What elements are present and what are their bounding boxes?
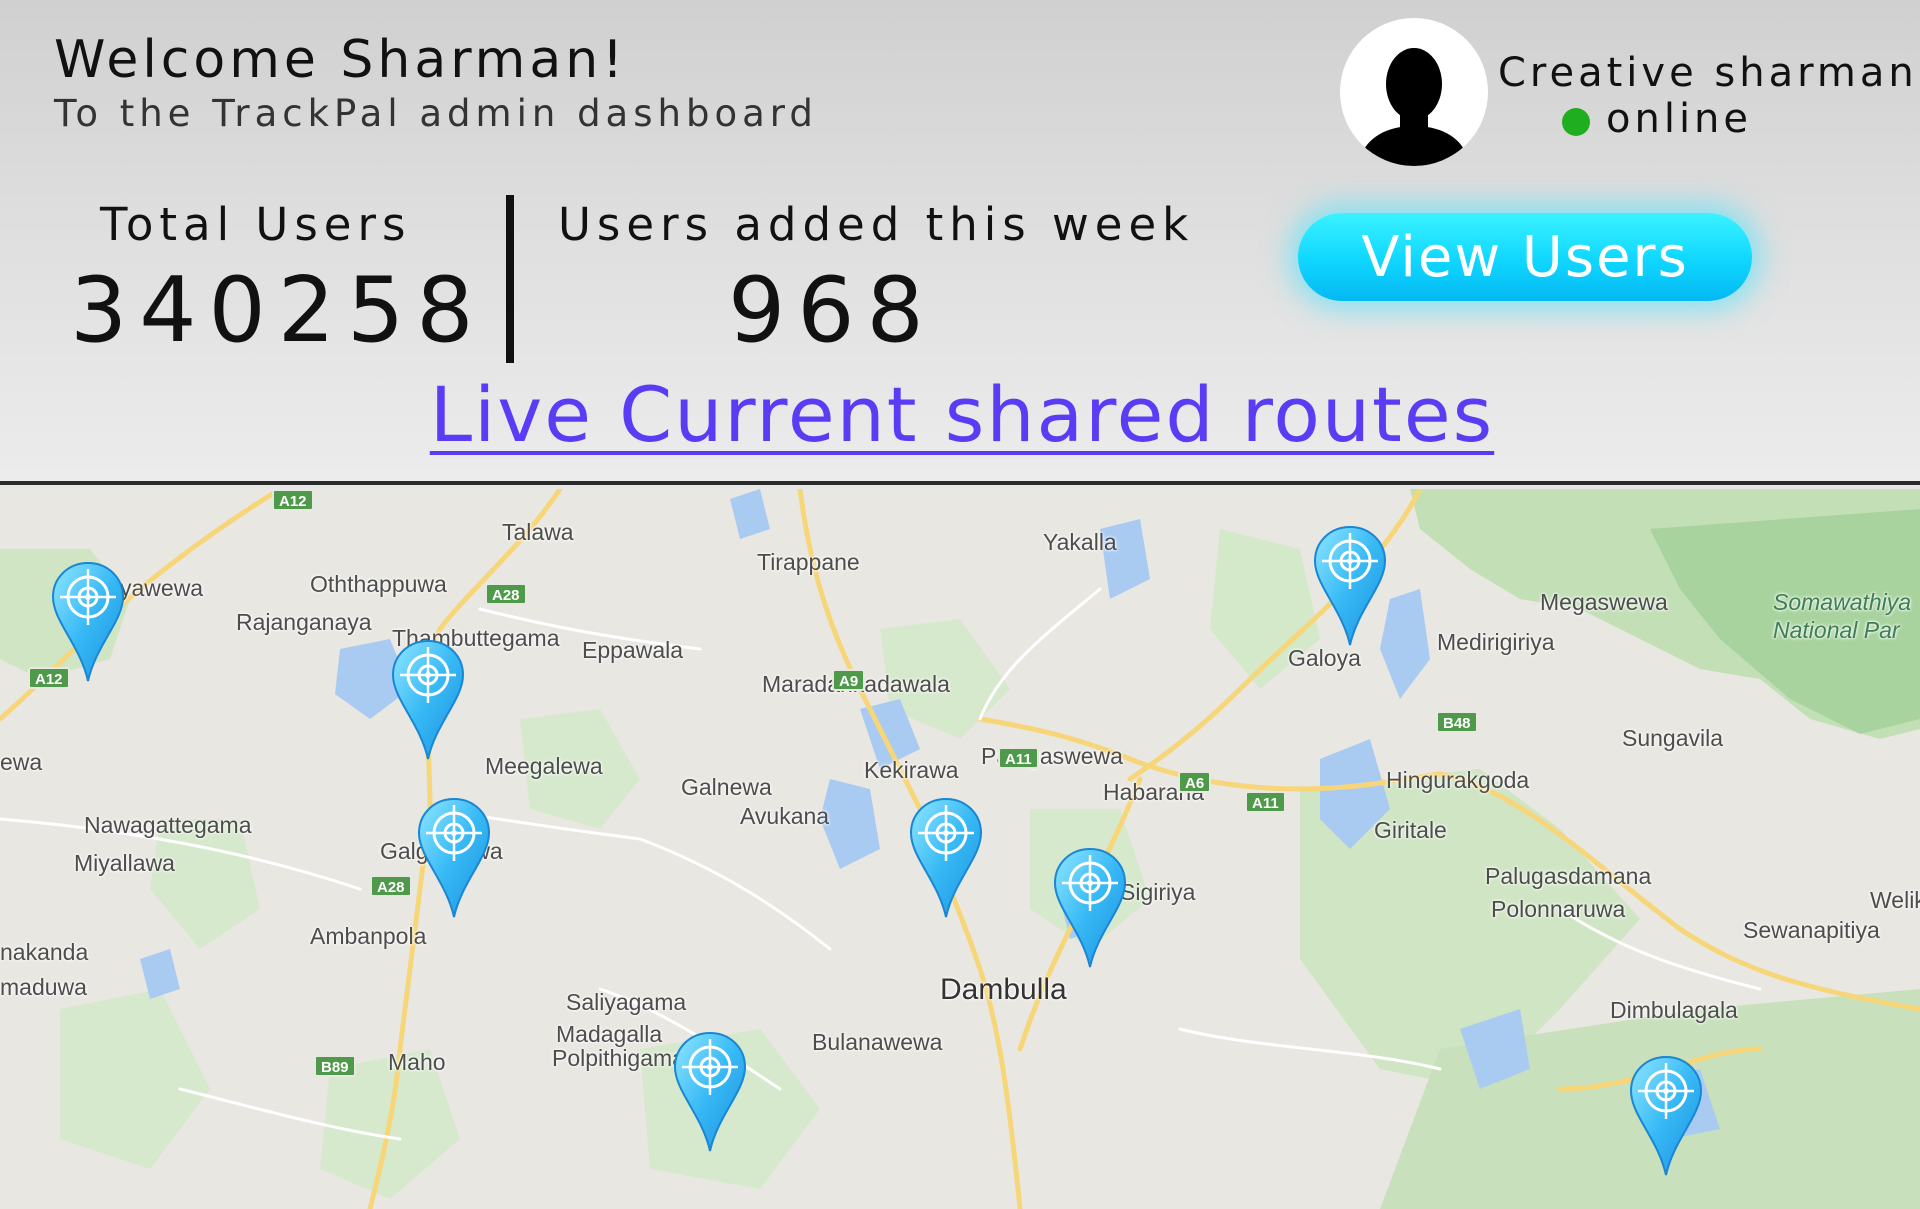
week-users-label: Users added this week	[558, 198, 1195, 251]
route-shield: B89	[314, 1055, 356, 1077]
map-place-label: nakanda	[0, 939, 89, 965]
map-place-label: Somawathiya	[1773, 589, 1912, 615]
map-place-label: Nawagattegama	[84, 812, 252, 838]
map-place-label: Rajanganaya	[236, 609, 372, 635]
route-shield: A6	[1178, 771, 1212, 793]
total-users-value: 340258	[70, 258, 486, 363]
map-place-label: Bulanawewa	[812, 1029, 943, 1055]
map-place-label: maduwa	[0, 974, 87, 1000]
map-place-label: Kekirawa	[864, 757, 959, 783]
dashboard-header: Welcome Sharman! To the TrackPal admin d…	[0, 0, 1920, 485]
map-place-label: yawewa	[120, 575, 204, 601]
map-place-label: Palugasdamana	[1485, 863, 1652, 889]
map-place-label: Dimbulagala	[1610, 997, 1738, 1023]
map-place-label: National Par	[1773, 617, 1900, 643]
live-routes-link[interactable]: Live Current shared routes	[412, 370, 1512, 459]
map-place-label: Meegalewa	[485, 753, 603, 779]
map-place-label: Giritale	[1374, 817, 1447, 843]
map-place-label: Polpithigama	[552, 1045, 685, 1071]
map-place-label: Avukana	[740, 803, 830, 829]
route-shield: B48	[1436, 711, 1478, 733]
map-place-label: Megaswewa	[1540, 589, 1668, 615]
week-users-value: 968	[728, 258, 936, 363]
route-shield: A28	[370, 875, 412, 897]
map-place-label: Welik	[1870, 887, 1920, 913]
location-target-pin-icon[interactable]	[1052, 847, 1128, 969]
map-place-label: Maho	[388, 1049, 446, 1075]
location-target-pin-icon[interactable]	[390, 639, 466, 761]
map-place-label: Polonnaruwa	[1491, 896, 1626, 922]
map-place-label: ewa	[0, 749, 43, 775]
map-place-label: Sungavila	[1622, 725, 1724, 751]
location-target-pin-icon[interactable]	[672, 1031, 748, 1153]
routes-map[interactable]: Talawa Yakalla Tirappane yawewa Oththapp…	[0, 489, 1920, 1209]
route-shield: A11	[998, 747, 1039, 769]
location-target-pin-icon[interactable]	[1312, 525, 1388, 647]
map-place-label: Saliyagama	[566, 989, 687, 1015]
profile-status: online	[1606, 96, 1753, 142]
user-silhouette-icon	[1358, 48, 1470, 166]
view-users-button[interactable]: View Users	[1298, 213, 1752, 301]
location-target-pin-icon[interactable]	[908, 797, 984, 919]
map-place-label: Medirigiriya	[1437, 629, 1555, 655]
location-target-pin-icon[interactable]	[1628, 1055, 1704, 1177]
map-place-label: Oththappuwa	[310, 571, 447, 597]
welcome-subtitle: To the TrackPal admin dashboard	[54, 92, 818, 135]
map-place-label: Madagalla	[556, 1021, 663, 1047]
profile-name: Creative sharman	[1498, 50, 1918, 96]
total-users-label: Total Users	[100, 198, 412, 251]
map-place-label: Dambulla	[940, 973, 1067, 1006]
map-place-label: Hingurakgoda	[1386, 767, 1530, 793]
map-place-label: Galoya	[1288, 645, 1361, 671]
welcome-title: Welcome Sharman!	[54, 30, 628, 90]
stats-divider	[506, 195, 514, 363]
map-place-label: Yakalla	[1043, 529, 1117, 555]
map-place-label: Sigiriya	[1120, 879, 1196, 905]
avatar[interactable]	[1340, 18, 1488, 166]
online-status-dot-icon	[1562, 108, 1590, 136]
route-shield: A9	[832, 669, 866, 691]
route-shield: A12	[272, 489, 314, 511]
map-place-label: Galnewa	[681, 774, 772, 800]
map-place-label: Ambanpola	[310, 923, 427, 949]
route-shield: A11	[1245, 791, 1286, 813]
map-place-label: Tirappane	[757, 549, 860, 575]
route-shield: A28	[485, 583, 527, 605]
map-place-label: Miyallawa	[74, 850, 175, 876]
map-place-label: Talawa	[502, 519, 574, 545]
map-place-label: Sewanapitiya	[1743, 917, 1880, 943]
location-target-pin-icon[interactable]	[50, 561, 126, 683]
location-target-pin-icon[interactable]	[416, 797, 492, 919]
map-place-label: Eppawala	[582, 637, 684, 663]
